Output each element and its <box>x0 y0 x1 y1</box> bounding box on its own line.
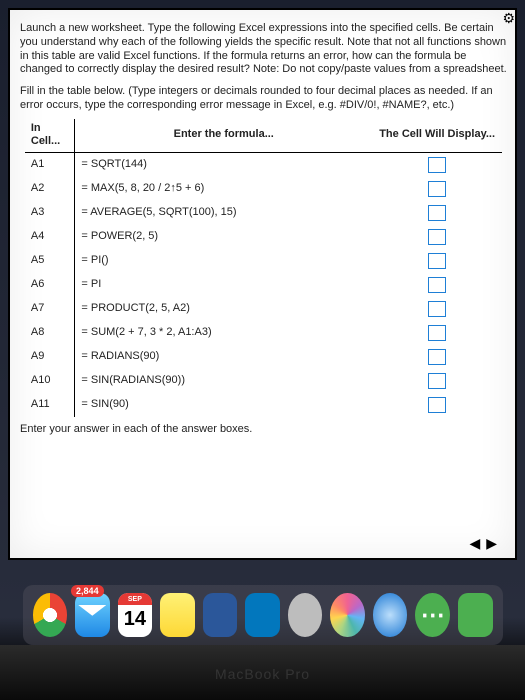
result-cell <box>372 297 502 321</box>
formula-text: = SIN(RADIANS(90)) <box>75 369 372 393</box>
table-row: A11= SIN(90) <box>25 393 502 417</box>
calendar-month: SEP <box>118 593 153 605</box>
laptop-label: MacBook Pro <box>0 666 525 682</box>
table-row: A6= PI <box>25 273 502 297</box>
cell-ref: A2 <box>25 177 75 201</box>
formula-table: In Cell... Enter the formula... The Cell… <box>25 119 502 418</box>
answer-input[interactable] <box>428 373 446 389</box>
appstore-icon[interactable] <box>373 593 408 637</box>
answer-input[interactable] <box>428 253 446 269</box>
answer-input[interactable] <box>428 277 446 293</box>
cell-ref: A3 <box>25 201 75 225</box>
formula-text: = AVERAGE(5, SQRT(100), 15) <box>75 201 372 225</box>
messages-icon[interactable] <box>415 593 450 637</box>
nav-arrows: ◀▶ <box>469 535 503 553</box>
table-row: A4= POWER(2, 5) <box>25 225 502 249</box>
formula-text: = SUM(2 + 7, 3 * 2, A1:A3) <box>75 321 372 345</box>
bottom-note: Enter your answer in each of the answer … <box>20 423 507 437</box>
cell-ref: A6 <box>25 273 75 297</box>
result-cell <box>372 225 502 249</box>
formula-text: = RADIANS(90) <box>75 345 372 369</box>
result-cell <box>372 393 502 417</box>
col-header-cell: In Cell... <box>25 119 75 153</box>
app-icon[interactable] <box>245 593 280 637</box>
table-row: A10= SIN(RADIANS(90)) <box>25 369 502 393</box>
calendar-icon[interactable]: SEP 14 <box>118 593 153 637</box>
table-row: A1= SQRT(144) <box>25 153 502 178</box>
table-row: A2= MAX(5, 8, 20 / 2↑5 + 6) <box>25 177 502 201</box>
prev-button[interactable]: ◀ <box>469 535 486 551</box>
photos-icon[interactable] <box>330 593 365 637</box>
cell-ref: A8 <box>25 321 75 345</box>
cell-ref: A9 <box>25 345 75 369</box>
chrome-icon[interactable] <box>33 593 68 637</box>
formula-text: = SIN(90) <box>75 393 372 417</box>
col-header-formula: Enter the formula... <box>75 119 372 153</box>
cell-ref: A5 <box>25 249 75 273</box>
formula-text: = PRODUCT(2, 5, A2) <box>75 297 372 321</box>
word-icon[interactable] <box>203 593 238 637</box>
answer-input[interactable] <box>428 325 446 341</box>
formula-text: = POWER(2, 5) <box>75 225 372 249</box>
answer-input[interactable] <box>428 205 446 221</box>
answer-input[interactable] <box>428 181 446 197</box>
table-row: A3= AVERAGE(5, SQRT(100), 15) <box>25 201 502 225</box>
table-row: A9= RADIANS(90) <box>25 345 502 369</box>
answer-input[interactable] <box>428 397 446 413</box>
result-cell <box>372 201 502 225</box>
formula-text: = PI <box>75 273 372 297</box>
result-cell <box>372 345 502 369</box>
table-row: A5= PI() <box>25 249 502 273</box>
worksheet-screen: ⚙ Launch a new worksheet. Type the follo… <box>8 8 517 560</box>
cell-ref: A4 <box>25 225 75 249</box>
next-button[interactable]: ▶ <box>486 535 503 551</box>
mail-icon[interactable]: 2,844 <box>75 593 110 637</box>
answer-input[interactable] <box>428 349 446 365</box>
notes-icon[interactable] <box>160 593 195 637</box>
result-cell <box>372 369 502 393</box>
safari-icon[interactable] <box>288 593 323 637</box>
answer-input[interactable] <box>428 301 446 317</box>
formula-text: = SQRT(144) <box>75 153 372 178</box>
result-cell <box>372 249 502 273</box>
cell-ref: A11 <box>25 393 75 417</box>
facetime-icon[interactable] <box>458 593 493 637</box>
dock: 2,844 SEP 14 <box>23 585 503 645</box>
answer-input[interactable] <box>428 157 446 173</box>
cell-ref: A10 <box>25 369 75 393</box>
table-row: A8= SUM(2 + 7, 3 * 2, A1:A3) <box>25 321 502 345</box>
fillin-text: Fill in the table below. (Type integers … <box>20 85 507 113</box>
gear-icon[interactable]: ⚙ <box>502 10 515 28</box>
table-row: A7= PRODUCT(2, 5, A2) <box>25 297 502 321</box>
mail-badge: 2,844 <box>71 585 104 597</box>
cell-ref: A7 <box>25 297 75 321</box>
result-cell <box>372 177 502 201</box>
answer-input[interactable] <box>428 229 446 245</box>
instructions-text: Launch a new worksheet. Type the followi… <box>20 22 507 77</box>
calendar-day: 14 <box>124 608 146 631</box>
formula-text: = MAX(5, 8, 20 / 2↑5 + 6) <box>75 177 372 201</box>
result-cell <box>372 321 502 345</box>
cell-ref: A1 <box>25 153 75 178</box>
formula-text: = PI() <box>75 249 372 273</box>
result-cell <box>372 153 502 178</box>
result-cell <box>372 273 502 297</box>
col-header-result: The Cell Will Display... <box>372 119 502 153</box>
